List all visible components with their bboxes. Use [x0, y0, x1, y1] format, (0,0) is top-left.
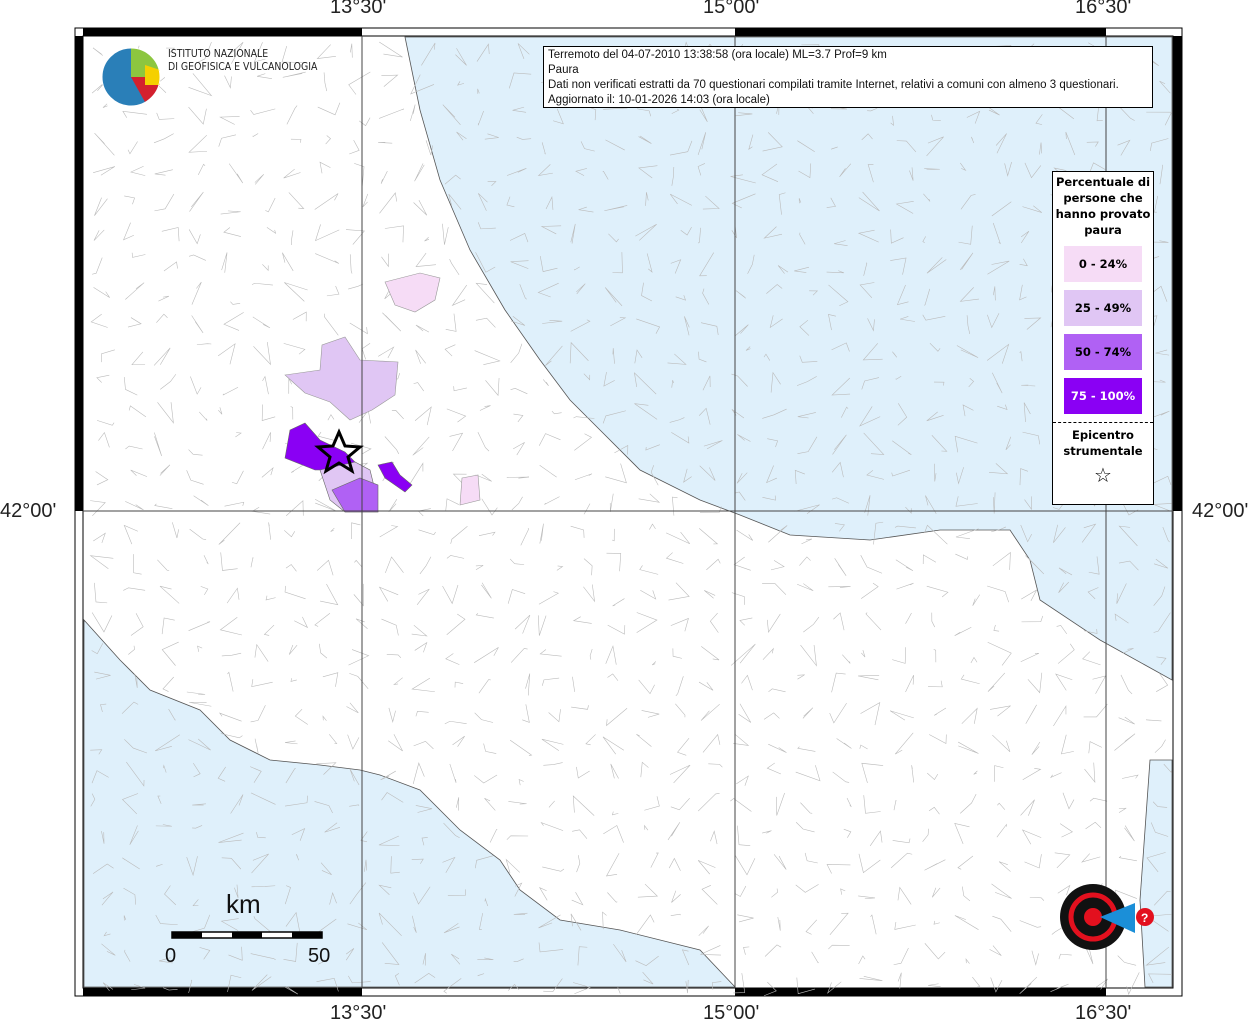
star-icon: ☆ [1094, 463, 1112, 487]
legend-epicenter-label: Epicentro strumentale [1063, 428, 1143, 458]
right-tick: 42°00' [1192, 500, 1249, 522]
bottom-tick: 15°00' [703, 1002, 760, 1024]
top-tick: 15°00' [703, 0, 760, 18]
update-time: Aggiornato il: 10-01-2026 14:03 (ora loc… [548, 94, 770, 106]
svg-text:?: ? [1141, 911, 1148, 925]
bottom-tick: 13°30' [330, 1002, 387, 1024]
left-tick: 42°00' [0, 500, 57, 522]
bottom-tick: 16°30' [1075, 1002, 1132, 1024]
scale-max: 50 [308, 945, 331, 967]
logo-line2: DI GEOFISICA E VULCANOLOGIA [168, 60, 318, 73]
data-note: Dati non verificati estratti da 70 quest… [548, 79, 1119, 91]
scale-unit: km [226, 889, 261, 919]
haisentito-logo: ? [1035, 855, 1170, 980]
event-title: Terremoto del 04-07-2010 13:38:58 (ora l… [548, 49, 887, 61]
legend: Percentuale di persone che hanno provato… [1052, 171, 1154, 505]
legend-class-25-49: 25 - 49% [1064, 290, 1142, 326]
ingv-logo: ISTITUTO NAZIONALE DI GEOFISICA E VULCAN… [100, 47, 344, 73]
map-type: Paura [548, 64, 579, 76]
scale-bar [171, 931, 323, 939]
scale-min: 0 [165, 945, 177, 967]
top-tick: 13°30' [330, 0, 387, 18]
region-0-24 [459, 474, 481, 506]
legend-class-75-100: 75 - 100% [1064, 378, 1142, 414]
legend-class-50-74: 50 - 74% [1064, 334, 1142, 370]
legend-title: Percentuale di persone che hanno provato… [1055, 175, 1151, 237]
event-info-box: Terremoto del 04-07-2010 13:38:58 (ora l… [543, 46, 1153, 108]
logo-line1: ISTITUTO NAZIONALE [168, 47, 269, 60]
top-tick: 16°30' [1075, 0, 1132, 18]
legend-class-0-24: 0 - 24% [1064, 246, 1142, 282]
